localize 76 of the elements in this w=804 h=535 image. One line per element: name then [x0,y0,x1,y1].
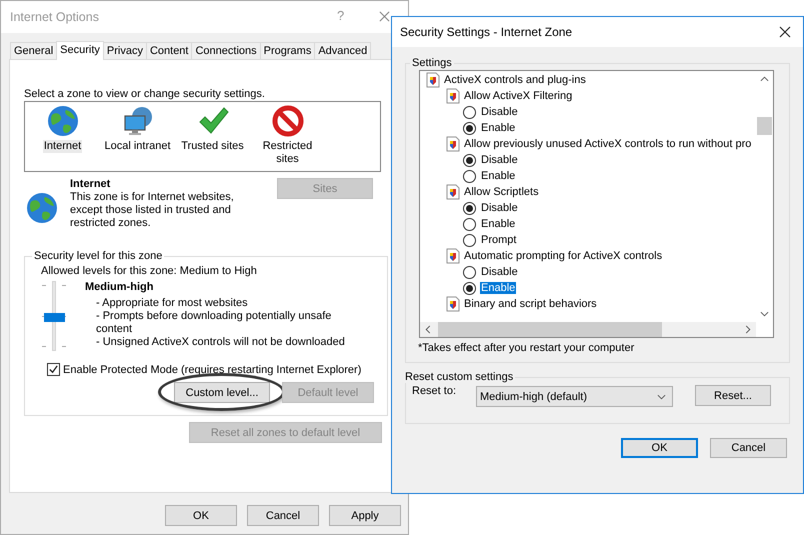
radio-button[interactable] [463,170,476,182]
option-label[interactable]: Disable [480,106,519,118]
dialog-button[interactable]: Apply [329,505,401,526]
option-label[interactable]: Disable [480,154,519,166]
window-title: Internet Options [10,10,99,24]
level-button[interactable]: Custom level... [174,382,270,403]
radio-button[interactable] [463,154,476,166]
setting-label: Allow Scriptlets [464,186,539,198]
computer-globe-icon [122,105,154,137]
radio-button[interactable] [463,122,476,134]
reset-button[interactable]: Reset... [695,385,771,406]
setting-label: Allow ActiveX Filtering [464,90,572,102]
chevron-right-icon[interactable] [745,325,751,334]
caret-icon [657,394,666,400]
chevron-down-icon[interactable] [760,311,769,317]
checkbox[interactable] [47,363,60,376]
zone-name: Internet [70,178,112,191]
tab[interactable]: General [10,42,58,59]
dialog-button[interactable]: Cancel [247,505,319,526]
radio-button[interactable] [463,282,476,294]
reset-dropdown[interactable]: Medium-high (default) [476,386,673,407]
shield-document-icon [446,184,460,200]
option-label[interactable]: Enable [480,170,516,182]
radio-button[interactable] [463,202,476,214]
horizontal-scrollbar[interactable] [420,322,756,337]
dialog-button[interactable]: Cancel [710,438,787,458]
zone-item[interactable]: Restricted sites [250,140,325,166]
radio-button[interactable] [463,234,476,246]
chevron-left-icon[interactable] [425,325,431,334]
chevron-up-icon[interactable] [760,76,769,82]
zone-item[interactable]: Internet [42,140,82,153]
close-icon[interactable] [779,26,791,38]
option-label[interactable]: Prompt [480,234,518,246]
option-label[interactable]: Enable [480,122,516,134]
radio-button[interactable] [463,106,476,118]
allowed-levels: Allowed levels for this zone: Medium to High [41,265,258,277]
radio-button[interactable] [463,266,476,278]
reset-label: Reset to: [412,385,458,397]
restart-note: *Takes effect after you restart your computer [418,342,636,354]
window-title: Security Settings - Internet Zone [400,25,572,39]
tab[interactable]: Privacy [102,42,147,59]
scrollbar-thumb[interactable] [438,322,662,337]
setting-label: Automatic prompting for ActiveX controls [464,250,662,262]
setting-label: Allow previously unused ActiveX controls to run without pro [464,138,752,150]
option-label[interactable]: Disable [480,266,519,278]
zone-prompt: Select a zone to view or change security settings. [24,87,266,101]
zone-item[interactable]: Local intranet [103,140,172,153]
dialog-button[interactable]: OK [621,438,698,458]
checkbox-label: Enable Protected Mode (requires restarting Internet Explorer) [63,364,362,376]
prohibited-icon [272,105,304,137]
tab[interactable]: Security [56,41,104,60]
level-name: Medium-high [85,281,154,294]
level-description: - Prompts before downloading potentially unsafe content [95,310,332,336]
shield-document-icon [446,248,460,264]
setting-label: Binary and script behaviors [464,298,597,310]
group-title: Settings [411,57,453,69]
level-description: - Unsigned ActiveX controls will not be downloaded [95,336,346,349]
scrollbar-thumb[interactable] [757,117,772,135]
shield-document-icon [446,136,460,152]
globe-icon [26,192,58,224]
zone-item[interactable]: Trusted sites [180,140,245,153]
group-title: Security level for this zone [33,250,164,262]
tab[interactable]: Programs [260,42,316,59]
tab[interactable]: Advanced [314,42,372,59]
option-label[interactable]: Enable [480,282,516,294]
level-description: - Appropriate for most websites [95,297,249,310]
group-title: Reset custom settings [404,371,514,383]
zone-description: This zone is for Internet websites, except those listed in trusted and restricted zones. [70,191,235,230]
radio-button[interactable] [463,218,476,230]
shield-document-icon [446,88,460,104]
option-label[interactable]: Enable [480,218,516,230]
globe-icon [46,105,78,137]
shield-document-icon [446,296,460,312]
category-label: ActiveX controls and plug-ins [444,74,586,86]
dialog-button[interactable]: OK [165,505,237,526]
option-label[interactable]: Disable [480,202,519,214]
